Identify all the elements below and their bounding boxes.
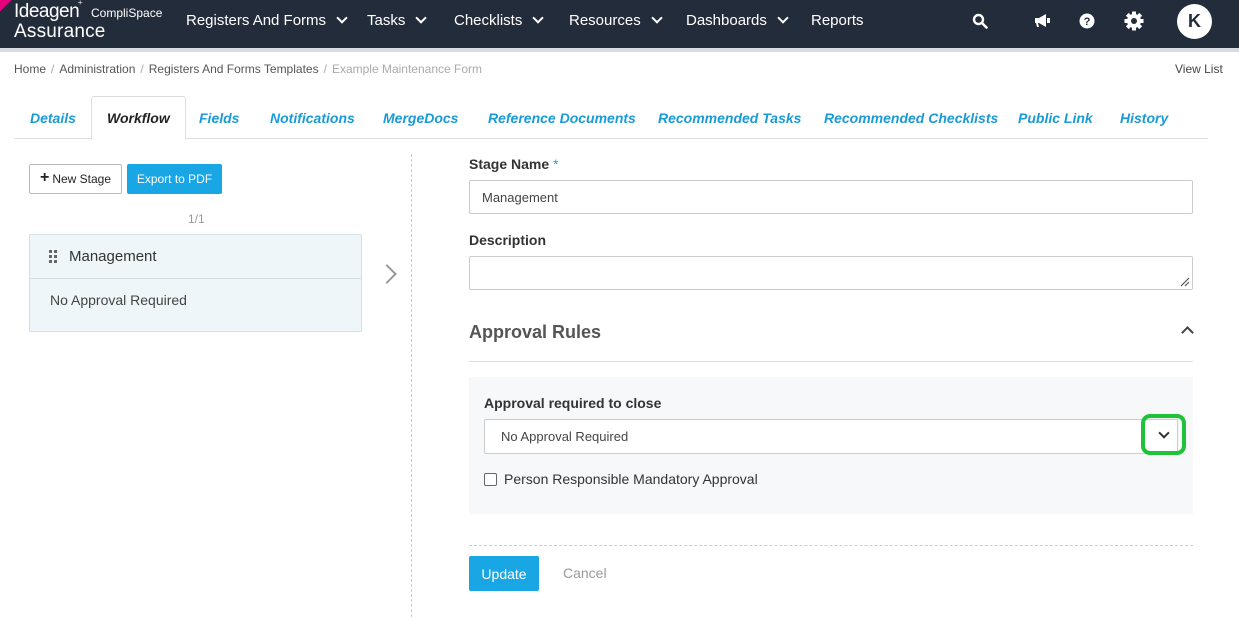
approval-select-dropdown-toggle[interactable] <box>1141 414 1186 455</box>
chevron-right-icon <box>377 264 397 284</box>
view-list-link[interactable]: View List <box>1175 62 1223 76</box>
breadcrumb-home[interactable]: Home <box>14 62 46 76</box>
chevron-down-icon <box>1157 426 1170 439</box>
tab-workflow[interactable]: Workflow <box>91 96 186 140</box>
avatar[interactable]: K <box>1177 4 1212 39</box>
description-label: Description <box>469 232 547 248</box>
tab-details[interactable]: Details <box>30 96 76 139</box>
stage-name-input[interactable]: Management <box>469 180 1193 214</box>
logo-mark-icon: ⁺ <box>77 0 83 11</box>
nav-reports[interactable]: Reports <box>811 12 864 29</box>
required-marker: * <box>553 156 559 172</box>
corner-ribbon <box>0 0 13 18</box>
plus-icon: + <box>39 169 50 186</box>
nav-label: Resources <box>569 12 641 29</box>
approval-select-value: No Approval Required <box>501 429 629 444</box>
nav-label: Dashboards <box>686 12 767 29</box>
nav-label: Tasks <box>367 12 406 29</box>
svg-text:?: ? <box>1084 16 1091 28</box>
stage-card[interactable]: Management No Approval Required <box>29 234 362 332</box>
search-icon[interactable] <box>972 13 988 34</box>
new-stage-button[interactable]: + New Stage <box>29 164 122 194</box>
approval-rules-title: Approval Rules <box>469 322 602 342</box>
nav-label: Checklists <box>454 12 523 29</box>
stage-pager: 1/1 <box>188 212 205 226</box>
help-icon[interactable]: ? <box>1079 13 1095 34</box>
tab-notifications[interactable]: Notifications <box>270 96 355 139</box>
chevron-down-icon <box>651 12 663 24</box>
new-stage-label: New Stage <box>52 172 112 186</box>
chevron-down-icon <box>415 12 428 24</box>
nav-registers-and-forms[interactable]: Registers And Forms <box>186 12 348 29</box>
mandatory-approval-label[interactable]: Person Responsible Mandatory Approval <box>504 471 758 487</box>
export-pdf-button[interactable]: Export to PDF <box>127 164 222 194</box>
nav-tasks[interactable]: Tasks <box>367 12 428 29</box>
logo-sub-text: CompliSpace <box>91 6 163 20</box>
breadcrumb-separator: / <box>140 62 144 76</box>
cancel-button[interactable]: Cancel <box>563 565 607 581</box>
stage-card-title: Management <box>69 248 157 265</box>
tab-reference-documents[interactable]: Reference Documents <box>488 96 636 139</box>
breadcrumb-separator: / <box>51 62 55 76</box>
tab-recommended-checklists[interactable]: Recommended Checklists <box>824 96 998 139</box>
tab-fields[interactable]: Fields <box>199 96 239 139</box>
breadcrumb-templates[interactable]: Registers And Forms Templates <box>149 62 319 76</box>
stage-name-label-text: Stage Name <box>469 156 550 172</box>
tab-bar: Details Workflow Fields Notifications Me… <box>14 96 1208 140</box>
collapse-chevron-up-icon[interactable] <box>1181 326 1194 339</box>
description-textarea[interactable] <box>469 256 1193 290</box>
breadcrumb: Home / Administration / Registers And Fo… <box>14 62 482 76</box>
approval-required-select[interactable]: No Approval Required <box>484 419 1178 454</box>
gear-icon[interactable] <box>1124 11 1144 36</box>
stage-card-header: Management <box>30 235 361 279</box>
chevron-down-icon <box>532 12 545 24</box>
mandatory-approval-checkbox[interactable] <box>484 473 497 486</box>
pane-divider <box>411 154 412 617</box>
megaphone-icon[interactable] <box>1033 13 1051 34</box>
breadcrumb-separator: / <box>323 62 327 76</box>
tab-mergedocs[interactable]: MergeDocs <box>383 96 458 139</box>
stage-name-label: Stage Name * <box>469 156 559 172</box>
top-nav-bar: Ideagen ⁺ CompliSpace Assurance Register… <box>0 0 1239 48</box>
nav-label: Registers And Forms <box>186 12 327 29</box>
breadcrumb-current: Example Maintenance Form <box>331 62 483 76</box>
update-button[interactable]: Update <box>469 556 539 591</box>
brand-logo[interactable]: Ideagen ⁺ CompliSpace Assurance <box>14 0 163 43</box>
resize-handle-icon[interactable] <box>1180 277 1190 287</box>
nav-label: Reports <box>811 12 864 29</box>
chevron-down-icon <box>336 12 348 24</box>
form-actions-divider <box>469 545 1193 546</box>
tab-recommended-tasks[interactable]: Recommended Tasks <box>658 96 801 139</box>
logo-product-text: Assurance <box>14 21 106 42</box>
section-divider <box>469 361 1193 362</box>
chevron-down-icon <box>777 12 789 24</box>
drag-handle-icon[interactable] <box>49 250 57 263</box>
nav-checklists[interactable]: Checklists <box>454 12 545 29</box>
stage-card-approval: No Approval Required <box>50 292 187 308</box>
nav-divider <box>0 48 1239 52</box>
logo-brand-text: Ideagen <box>14 1 80 22</box>
tab-history[interactable]: History <box>1120 96 1168 139</box>
nav-resources[interactable]: Resources <box>569 12 663 29</box>
nav-dashboards[interactable]: Dashboards <box>686 12 789 29</box>
breadcrumb-administration[interactable]: Administration <box>59 62 135 76</box>
tab-public-link[interactable]: Public Link <box>1018 96 1093 139</box>
approval-required-label: Approval required to close <box>484 395 662 411</box>
